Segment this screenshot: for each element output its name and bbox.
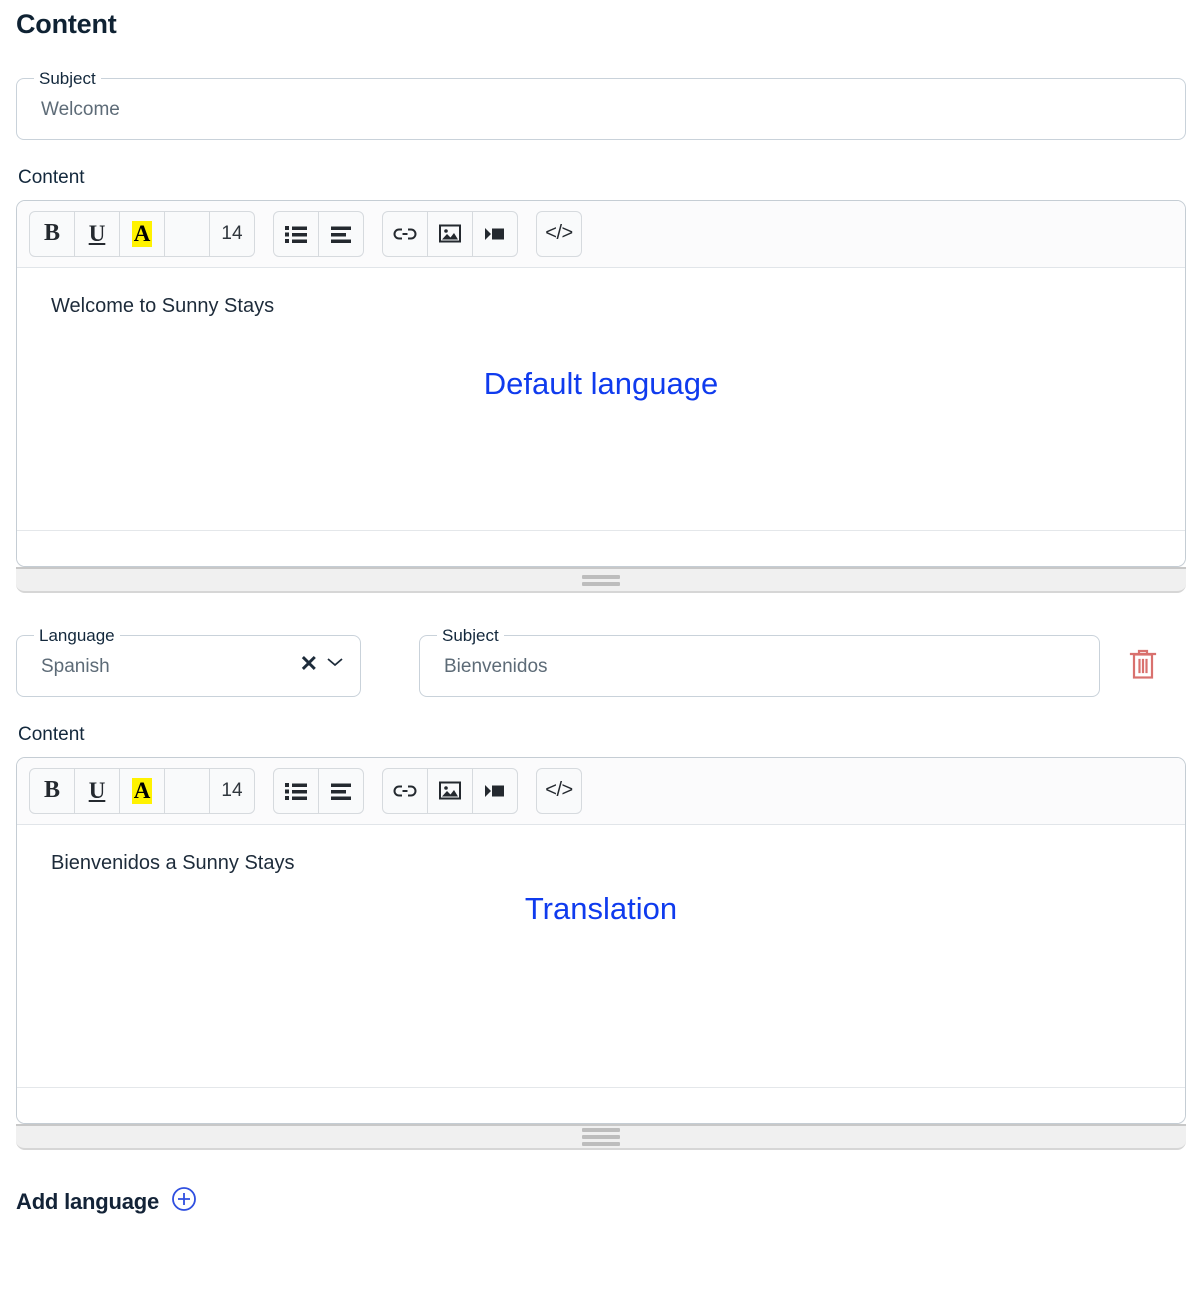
add-language-label: Add language — [16, 1188, 160, 1214]
bulleted-list-icon — [285, 782, 307, 800]
link-button[interactable] — [382, 767, 428, 814]
link-icon — [393, 783, 417, 799]
trash-icon — [1128, 647, 1158, 685]
translation-editor-statusbar — [17, 1087, 1185, 1123]
default-subject-value[interactable]: Welcome — [41, 97, 120, 123]
default-content-label: Content — [18, 167, 85, 188]
clear-icon[interactable]: ✕ — [300, 653, 318, 675]
translation-subject-field[interactable]: Subject Bienvenidos — [419, 626, 1100, 697]
video-icon — [483, 226, 507, 242]
bulleted-list-button[interactable] — [273, 767, 319, 814]
image-button[interactable] — [427, 210, 473, 257]
video-button[interactable] — [472, 210, 518, 257]
delete-translation-button[interactable] — [1100, 647, 1186, 685]
text-color-button[interactable] — [164, 767, 210, 814]
translation-subject-label: Subject — [437, 626, 504, 646]
font-size-button[interactable]: 14 — [209, 767, 255, 814]
font-size-button[interactable]: 14 — [209, 210, 255, 257]
default-subject-field[interactable]: Subject Welcome — [16, 69, 1186, 140]
bulleted-list-button[interactable] — [273, 210, 319, 257]
page-title: Content — [16, 9, 117, 39]
translation-editor-toolbar: B U A 14 </> — [17, 758, 1185, 825]
translation-annotation: Translation — [524, 891, 678, 926]
translation-subject-value[interactable]: Bienvenidos — [444, 654, 548, 680]
default-editor-text: Welcome to Sunny Stays — [51, 295, 275, 317]
translation-header-row: Language Spanish ✕ Subject Bienvenidos — [16, 626, 1186, 697]
default-editor-resize-handle[interactable] — [16, 567, 1186, 593]
default-editor-toolbar: B U A 14 </> — [17, 201, 1185, 268]
align-button[interactable] — [318, 210, 364, 257]
default-language-annotation: Default language — [483, 366, 719, 401]
align-icon — [330, 225, 352, 243]
chevron-down-icon[interactable] — [326, 655, 344, 673]
highlight-glyph: A — [131, 220, 153, 247]
list-align-group — [273, 210, 364, 257]
link-icon — [393, 226, 417, 242]
highlight-color-button[interactable]: A — [119, 767, 165, 814]
plus-circle-icon — [171, 1186, 197, 1217]
code-view-button[interactable]: </> — [536, 210, 582, 257]
bold-button[interactable]: B — [29, 210, 75, 257]
resize-grip-icon — [582, 574, 620, 586]
list-align-group — [273, 767, 364, 814]
highlight-color-button[interactable]: A — [119, 210, 165, 257]
code-group: </> — [536, 767, 582, 814]
content-page: Content Subject Welcome Content B U A 14 — [0, 0, 1202, 1294]
link-button[interactable] — [382, 210, 428, 257]
resize-grip-icon — [582, 1128, 620, 1146]
default-content-editor[interactable]: B U A 14 </> Welcome to Sunny Stays Defa… — [16, 200, 1186, 567]
translation-content-label: Content — [18, 724, 85, 745]
language-value: Spanish — [41, 656, 110, 677]
text-format-group: B U A 14 — [29, 767, 255, 814]
image-icon — [439, 781, 461, 800]
insert-group — [382, 210, 518, 257]
code-group: </> — [536, 210, 582, 257]
code-view-button[interactable]: </> — [536, 767, 582, 814]
align-button[interactable] — [318, 767, 364, 814]
text-format-group: B U A 14 — [29, 210, 255, 257]
underline-button[interactable]: U — [74, 767, 120, 814]
translation-editor-resize-handle[interactable] — [16, 1124, 1186, 1150]
bold-button[interactable]: B — [29, 767, 75, 814]
translation-editor-body[interactable]: Bienvenidos a Sunny Stays Translation — [17, 825, 1185, 1087]
language-label: Language — [34, 626, 120, 646]
default-editor-body[interactable]: Welcome to Sunny Stays Default language — [17, 268, 1185, 530]
video-icon — [483, 783, 507, 799]
translation-editor-text: Bienvenidos a Sunny Stays — [51, 852, 295, 874]
default-subject-label: Subject — [34, 69, 101, 89]
image-button[interactable] — [427, 767, 473, 814]
add-language-button[interactable]: Add language — [16, 1186, 197, 1231]
highlight-glyph: A — [131, 777, 153, 804]
video-button[interactable] — [472, 767, 518, 814]
insert-group — [382, 767, 518, 814]
align-icon — [330, 782, 352, 800]
translation-content-editor[interactable]: B U A 14 </> Bienvenidos a Sunny Stays T… — [16, 757, 1186, 1124]
language-select[interactable]: Language Spanish ✕ — [16, 626, 361, 697]
default-editor-statusbar — [17, 530, 1185, 566]
image-icon — [439, 224, 461, 243]
language-adornments: ✕ — [300, 653, 344, 675]
text-color-button[interactable] — [164, 210, 210, 257]
underline-button[interactable]: U — [74, 210, 120, 257]
bulleted-list-icon — [285, 225, 307, 243]
